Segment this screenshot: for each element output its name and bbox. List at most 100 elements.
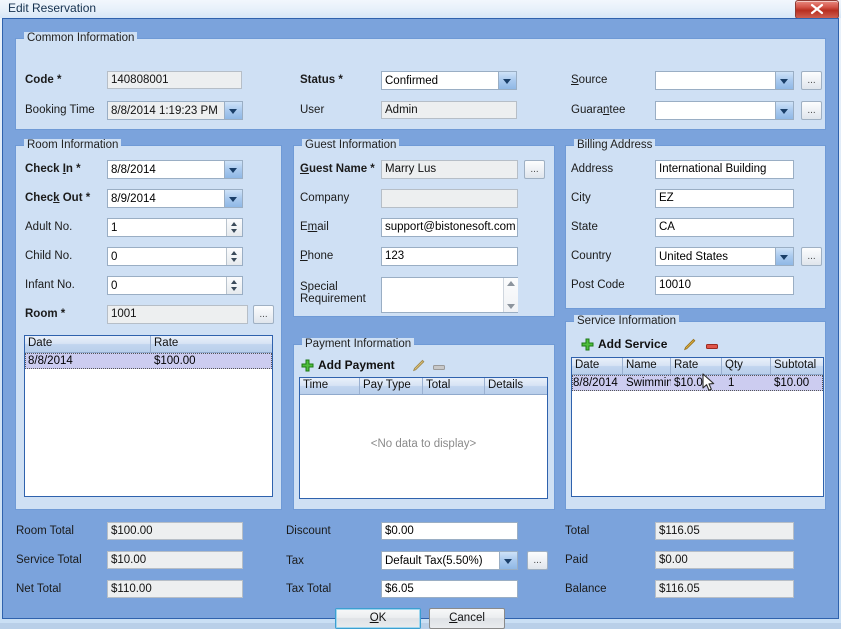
special-requirement-scrollbar[interactable] (503, 278, 518, 312)
spinner-arrows-icon[interactable] (226, 277, 242, 294)
cancel-button[interactable]: Cancel (429, 608, 505, 629)
balance-label: Balance (565, 583, 607, 595)
special-requirement-textarea[interactable] (381, 277, 518, 313)
company-field[interactable] (381, 189, 518, 208)
column-header-date[interactable]: Date (572, 358, 623, 374)
column-header-time[interactable]: Time (300, 378, 360, 394)
adult-no-stepper[interactable]: 1 (107, 218, 243, 237)
country-browse-button[interactable]: ... (801, 247, 822, 266)
ok-button[interactable]: OK (335, 608, 421, 629)
chevron-down-icon[interactable] (775, 102, 793, 119)
room-total-label: Room Total (16, 525, 74, 537)
column-header-rate[interactable]: Rate (671, 358, 722, 374)
discount-field[interactable]: $0.00 (381, 522, 518, 540)
special-requirement-label-line2: Requirement (300, 293, 366, 305)
chevron-down-icon[interactable] (224, 102, 242, 119)
tax-dropdown[interactable]: Default Tax(5.50%) (381, 551, 518, 570)
child-no-label: Child No. (25, 250, 72, 262)
booking-time-picker[interactable]: 8/8/2014 1:19:23 PM (107, 101, 243, 120)
state-field[interactable]: CA (655, 218, 794, 237)
service-grid[interactable]: Date Name Rate Qty Subtotal 8/8/2014 Swi… (571, 357, 824, 497)
spinner-arrows-icon[interactable] (226, 248, 242, 265)
table-row[interactable]: 8/8/2014 $100.00 (25, 353, 272, 369)
child-no-stepper[interactable]: 0 (107, 247, 243, 266)
column-header-subtotal[interactable]: Subtotal (771, 358, 823, 374)
special-requirement-label-line1: Special (300, 281, 338, 293)
guarantee-browse-button[interactable]: ... (801, 101, 822, 120)
delete-minus-icon[interactable] (706, 341, 718, 353)
chevron-down-icon[interactable] (498, 72, 516, 89)
guarantee-label: Guarantee (571, 104, 625, 116)
chevron-down-icon[interactable] (499, 552, 517, 569)
chevron-down-icon[interactable] (224, 161, 242, 178)
city-label: City (571, 192, 591, 204)
source-browse-button[interactable]: ... (801, 71, 822, 90)
column-header-total[interactable]: Total (423, 378, 485, 394)
delete-minus-icon[interactable] (433, 362, 445, 374)
cell-rate: $100.00 (151, 353, 272, 369)
dialog-client-area: Common Information Code * 140808001 Book… (2, 18, 839, 619)
scroll-down-icon[interactable] (507, 304, 515, 309)
source-dropdown[interactable] (655, 71, 794, 90)
column-header-details[interactable]: Details (485, 378, 547, 394)
check-out-value: 8/9/2014 (111, 191, 225, 207)
post-code-field[interactable]: 10010 (655, 276, 794, 295)
post-code-label: Post Code (571, 279, 625, 291)
guest-name-field[interactable]: Marry Lus (381, 160, 518, 179)
country-dropdown[interactable]: United States (655, 247, 794, 266)
cell-date: 8/8/2014 (25, 353, 151, 369)
room-label: Room * (25, 308, 65, 320)
edit-pencil-icon[interactable] (411, 359, 425, 373)
balance-field: $116.05 (655, 580, 794, 598)
chevron-down-icon[interactable] (224, 190, 242, 207)
check-in-value: 8/8/2014 (111, 162, 225, 178)
service-grid-header: Date Name Rate Qty Subtotal (572, 358, 823, 375)
close-icon[interactable] (795, 0, 839, 19)
edit-pencil-icon[interactable] (682, 338, 696, 352)
infant-no-stepper[interactable]: 0 (107, 276, 243, 295)
discount-label: Discount (286, 525, 331, 537)
room-browse-button[interactable]: ... (253, 305, 274, 324)
booking-time-label: Booking Time (25, 104, 95, 116)
room-rate-grid[interactable]: Date Rate 8/8/2014 $100.00 (24, 335, 273, 497)
column-header-date[interactable]: Date (25, 336, 151, 352)
check-out-datepicker[interactable]: 8/9/2014 (107, 189, 243, 208)
spinner-arrows-icon[interactable] (226, 219, 242, 236)
user-label: User (300, 104, 324, 116)
payment-grid-empty-text: <No data to display> (300, 438, 547, 450)
infant-no-value: 0 (111, 278, 117, 294)
status-dropdown[interactable]: Confirmed (381, 71, 517, 90)
status-value: Confirmed (385, 73, 499, 89)
room-rate-grid-header: Date Rate (25, 336, 272, 353)
payment-grid[interactable]: Time Pay Type Total Details <No data to … (299, 377, 548, 499)
phone-field[interactable]: 123 (381, 247, 518, 266)
dialog-inner: Common Information Code * 140808001 Book… (3, 19, 838, 599)
guest-browse-button[interactable]: ... (524, 160, 545, 179)
company-label: Company (300, 192, 349, 204)
column-header-name[interactable]: Name (623, 358, 671, 374)
child-no-value: 0 (111, 249, 117, 265)
scroll-up-icon[interactable] (507, 281, 515, 286)
cell-date: 8/8/2014 (572, 375, 623, 391)
net-total-field: $110.00 (107, 580, 243, 598)
check-in-datepicker[interactable]: 8/8/2014 (107, 160, 243, 179)
total-label: Total (565, 525, 589, 537)
column-header-qty[interactable]: Qty (722, 358, 771, 374)
table-row[interactable]: 8/8/2014 Swimming $10.00 1 $10.00 (572, 375, 823, 391)
column-header-pay-type[interactable]: Pay Type (360, 378, 423, 394)
chevron-down-icon[interactable] (775, 248, 793, 265)
total-field: $116.05 (655, 522, 794, 540)
guarantee-dropdown[interactable] (655, 101, 794, 120)
column-header-rate[interactable]: Rate (151, 336, 272, 352)
room-field: 1001 (107, 305, 248, 324)
country-value: United States (659, 249, 776, 265)
city-field[interactable]: EZ (655, 189, 794, 208)
cell-qty: 1 (722, 375, 771, 391)
chevron-down-icon[interactable] (775, 72, 793, 89)
cell-name: Swimming (623, 375, 671, 391)
email-label: Email (300, 221, 329, 233)
email-field[interactable]: support@bistonesoft.com (381, 218, 518, 237)
tax-browse-button[interactable]: ... (527, 551, 548, 570)
address-field[interactable]: International Building (655, 160, 794, 179)
service-total-field: $10.00 (107, 551, 243, 569)
